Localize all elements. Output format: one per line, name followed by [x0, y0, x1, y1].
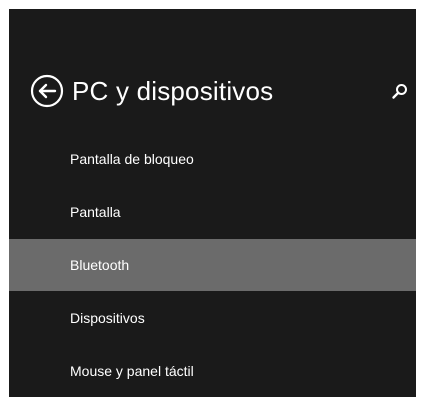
nav-item-mouse-y-panel-tactil[interactable]: Mouse y panel táctil [9, 345, 416, 397]
settings-panel: PC y dispositivos Pantalla de bloqueo Pa… [9, 9, 416, 397]
nav-item-bluetooth[interactable]: Bluetooth [9, 239, 416, 291]
back-button[interactable] [30, 74, 64, 108]
back-arrow-circle-icon [30, 74, 64, 108]
nav-item-label: Pantalla [70, 204, 121, 220]
nav-item-pantalla-de-bloqueo[interactable]: Pantalla de bloqueo [9, 133, 416, 185]
header: PC y dispositivos [9, 71, 416, 111]
settings-nav-list: Pantalla de bloqueo Pantalla Bluetooth D… [9, 133, 416, 397]
search-icon [391, 82, 409, 100]
nav-item-pantalla[interactable]: Pantalla [9, 186, 416, 238]
nav-item-label: Bluetooth [70, 257, 130, 273]
page-title: PC y dispositivos [72, 76, 274, 106]
nav-item-label: Dispositivos [70, 310, 145, 326]
nav-item-label: Mouse y panel táctil [70, 363, 194, 379]
nav-item-label: Pantalla de bloqueo [70, 151, 194, 167]
nav-item-dispositivos[interactable]: Dispositivos [9, 292, 416, 344]
search-button[interactable] [391, 82, 409, 100]
